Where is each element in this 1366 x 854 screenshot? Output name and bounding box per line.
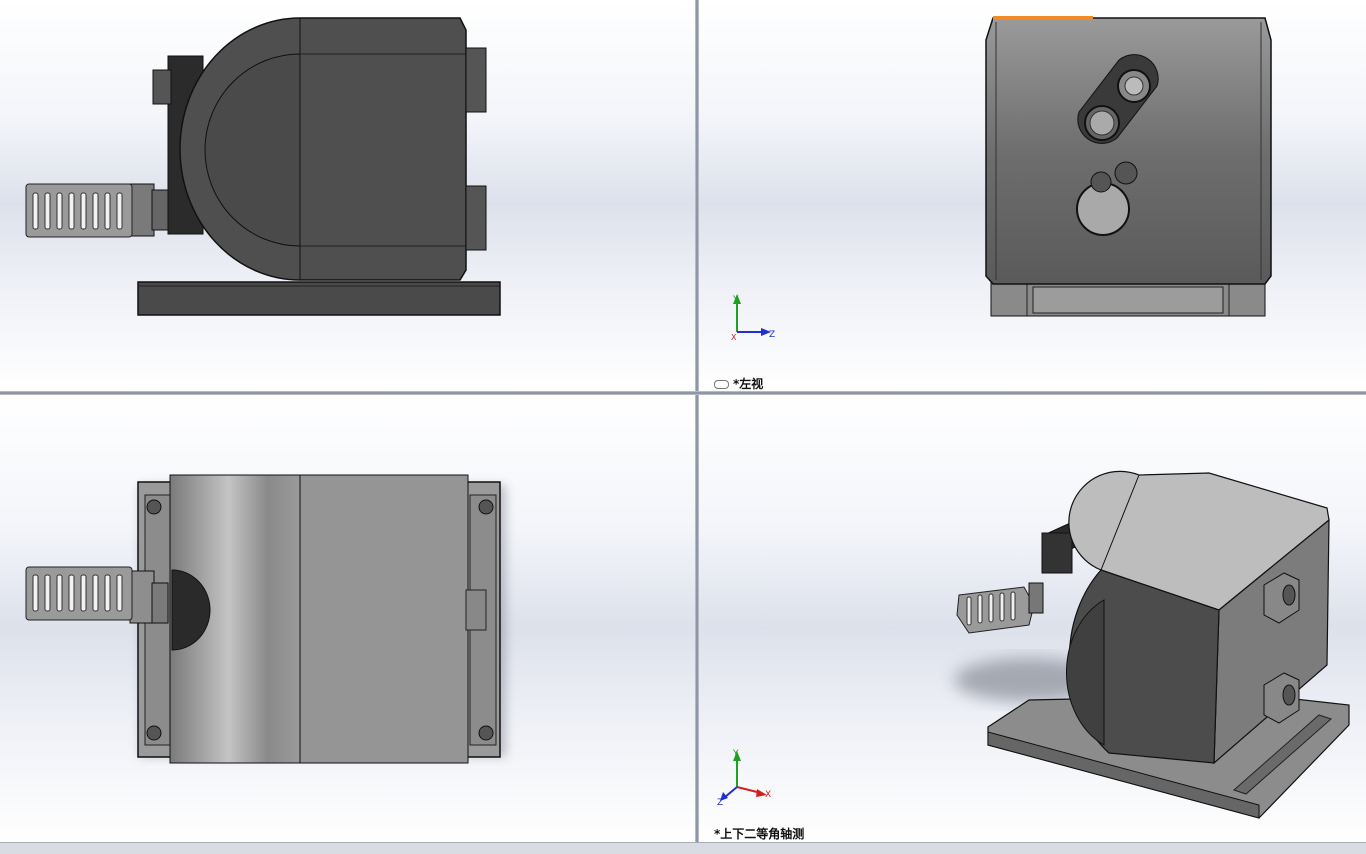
iso-view-model[interactable] [699, 395, 1366, 842]
viewport-front[interactable] [0, 0, 695, 391]
triad-iso-y-label: Y [732, 749, 739, 759]
viewport-left[interactable]: Y Z X *左视 [699, 0, 1366, 391]
top-view-model[interactable] [0, 395, 695, 842]
axis-triad-left: Y Z X [731, 294, 775, 342]
axis-triad-iso: Y X Z [717, 749, 771, 807]
triad-iso-x-label: X [765, 790, 771, 800]
viewport-grid[interactable]: Y Z X *左视 Y X Z *上下二等角轴测 [0, 0, 1366, 854]
triad-iso-z-label: Z [717, 798, 723, 807]
horizontal-splitter[interactable] [0, 391, 1366, 395]
triad-x-label: X [731, 333, 737, 342]
triad-z-label: Z [769, 330, 775, 340]
view-label-left: *左视 [714, 375, 763, 391]
view-label-iso: *上下二等角轴测 [714, 827, 805, 841]
link-icon[interactable] [714, 380, 729, 389]
front-view-model[interactable] [0, 0, 695, 391]
bottom-bar [0, 842, 1366, 854]
selection-highlight [993, 16, 1093, 20]
viewport-iso[interactable]: Y X Z *上下二等角轴测 [699, 395, 1366, 842]
vertical-splitter[interactable] [695, 0, 699, 843]
triad-y-label: Y [732, 295, 739, 305]
viewport-top[interactable] [0, 395, 695, 842]
view-label-left-text: *左视 [733, 377, 764, 391]
